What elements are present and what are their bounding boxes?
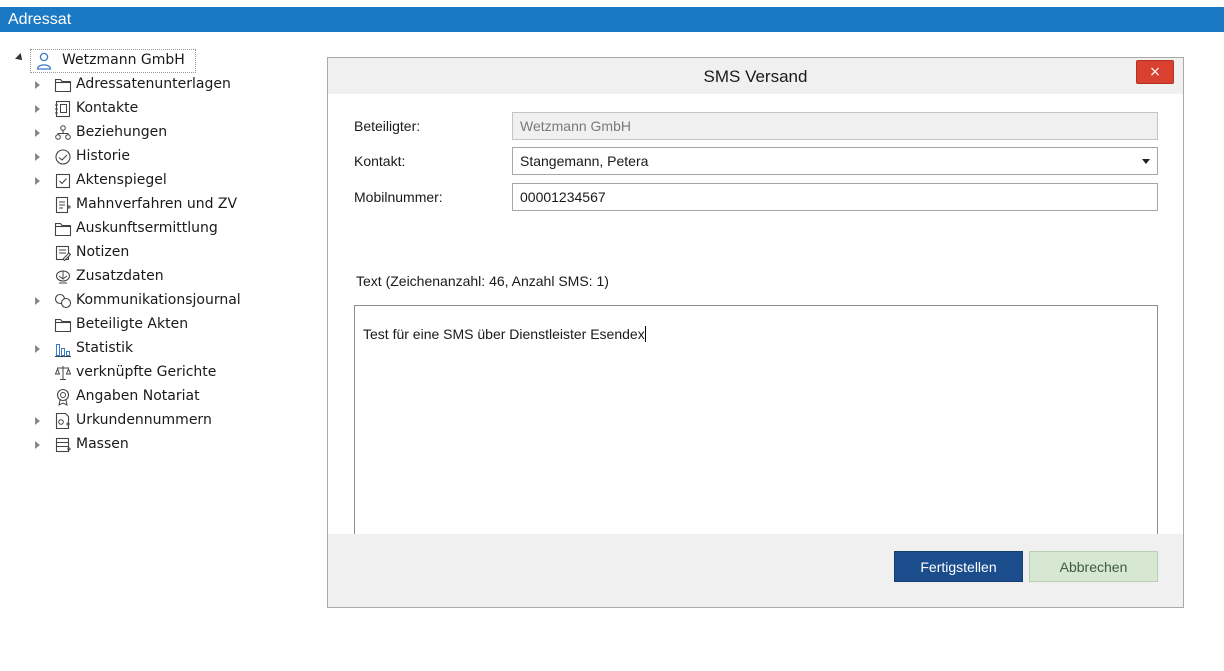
mobilnummer-input[interactable]: 00001234567: [512, 183, 1158, 211]
tree-item-aktenspiegel[interactable]: Aktenspiegel: [14, 170, 314, 192]
close-button[interactable]: ×: [1136, 60, 1174, 84]
message-textarea[interactable]: Test für eine SMS über Dienstleister Ese…: [354, 305, 1158, 561]
app-title: Adressat: [8, 11, 72, 28]
tree-root-label: Wetzmann GmbH: [62, 52, 185, 68]
tree-item-statistik[interactable]: Statistik: [14, 338, 314, 360]
tree-item-verknuepfte-gerichte[interactable]: verknüpfte Gerichte: [14, 362, 314, 384]
expand-arrow-icon[interactable]: [35, 297, 40, 305]
tree-item-label: Kommunikationsjournal: [76, 292, 241, 308]
expand-arrow-icon[interactable]: [35, 153, 40, 161]
tree-item-kontakte[interactable]: Kontakte: [14, 98, 314, 120]
hierarchy-icon: [54, 124, 72, 142]
tree-item-kommunikationsjournal[interactable]: Kommunikationsjournal: [14, 290, 314, 312]
dialog-footer: Fertigstellen Abbrechen: [328, 534, 1183, 607]
tree-item-label: Massen: [76, 436, 129, 452]
expand-arrow-icon[interactable]: [35, 129, 40, 137]
tree-root-node[interactable]: Wetzmann GmbH: [14, 49, 214, 73]
expand-arrow-icon[interactable]: [35, 345, 40, 353]
tree-item-label: Urkundennummern: [76, 412, 212, 428]
beteiligter-field: Wetzmann GmbH: [512, 112, 1158, 140]
mobilnummer-label: Mobilnummer:: [354, 189, 443, 205]
tree-item-label: Angaben Notariat: [76, 388, 200, 404]
kontakt-select[interactable]: Stangemann, Petera: [512, 147, 1158, 175]
folder-icon: [54, 316, 72, 334]
certificate-icon: [54, 412, 72, 430]
folder-icon: [54, 220, 72, 238]
tree-item-auskunftsermittlung[interactable]: Auskunftsermittlung: [14, 218, 314, 240]
app-header: Adressat: [0, 0, 1224, 32]
checklist-icon: [54, 172, 72, 190]
tree-item-notizen[interactable]: Notizen: [14, 242, 314, 264]
tree-item-label: Auskunftsermittlung: [76, 220, 218, 236]
tree-item-label: Zusatzdaten: [76, 268, 164, 284]
chevron-down-icon[interactable]: [1142, 159, 1150, 164]
tree-item-historie[interactable]: Historie: [14, 146, 314, 168]
folder-icon: [54, 76, 72, 94]
expand-arrow-icon[interactable]: [35, 105, 40, 113]
tree-item-mahnverfahren[interactable]: Mahnverfahren und ZV: [14, 194, 314, 216]
tree-item-label: Beteiligte Akten: [76, 316, 189, 332]
tree-item-adressatenunterlagen[interactable]: Adressatenunterlagen: [14, 74, 314, 96]
dialog-title: SMS Versand: [703, 67, 808, 86]
list-icon: [54, 436, 72, 454]
tree-item-label: Adressatenunterlagen: [76, 76, 231, 92]
chat-icon: [54, 292, 72, 310]
tree-item-zusatzdaten[interactable]: Zusatzdaten: [14, 266, 314, 288]
data-icon: [54, 268, 72, 286]
tree-item-label: Mahnverfahren und ZV: [76, 196, 238, 212]
expand-arrow-icon[interactable]: [35, 177, 40, 185]
kontakt-label: Kontakt:: [354, 153, 406, 169]
document-list-icon: [54, 196, 72, 214]
clock-icon: [54, 148, 72, 166]
tree-item-label: Kontakte: [76, 100, 139, 116]
person-icon: [36, 52, 52, 74]
dialog-titlebar[interactable]: SMS Versand ×: [328, 58, 1183, 94]
expand-arrow-icon[interactable]: [35, 441, 40, 449]
tree-item-urkundennummern[interactable]: Urkundennummern: [14, 410, 314, 432]
expand-arrow-icon[interactable]: [35, 417, 40, 425]
bar-chart-icon: [54, 340, 72, 358]
tree-item-label: Beziehungen: [76, 124, 168, 140]
cancel-button[interactable]: Abbrechen: [1029, 551, 1158, 582]
tree-item-angaben-notariat[interactable]: Angaben Notariat: [14, 386, 314, 408]
tree-item-massen[interactable]: Massen: [14, 434, 314, 456]
tree-item-beziehungen[interactable]: Beziehungen: [14, 122, 314, 144]
sms-dialog: SMS Versand × Beteiligter: Wetzmann GmbH…: [327, 57, 1184, 608]
seal-icon: [54, 388, 72, 406]
tree-item-label: Historie: [76, 148, 131, 164]
scales-icon: [54, 364, 72, 382]
message-text: Test für eine SMS über Dienstleister Ese…: [363, 326, 645, 342]
tree-item-beteiligte-akten[interactable]: Beteiligte Akten: [14, 314, 314, 336]
tree-item-label: verknüpfte Gerichte: [76, 364, 217, 380]
address-book-icon: [54, 100, 72, 118]
text-count-caption: Text (Zeichenanzahl: 46, Anzahl SMS: 1): [356, 273, 609, 289]
collapse-icon[interactable]: [15, 53, 25, 63]
text-caret: [644, 326, 646, 342]
tree-item-label: Statistik: [76, 340, 134, 356]
tree-item-label: Notizen: [76, 244, 130, 260]
dialog-body: Beteiligter: Wetzmann GmbH Kontakt: Stan…: [336, 96, 1175, 561]
finish-button[interactable]: Fertigstellen: [894, 551, 1023, 582]
tree-item-label: Aktenspiegel: [76, 172, 167, 188]
beteiligter-label: Beteiligter:: [354, 118, 421, 134]
note-icon: [54, 244, 72, 262]
kontakt-selected-value: Stangemann, Petera: [520, 153, 649, 169]
expand-arrow-icon[interactable]: [35, 81, 40, 89]
